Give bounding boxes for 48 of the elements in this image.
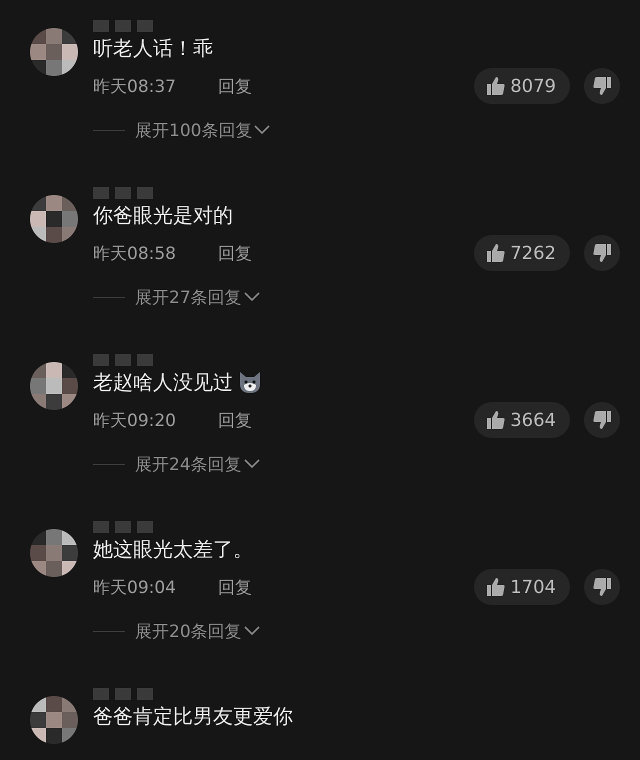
thumbs-up-icon (486, 410, 506, 430)
expand-replies-link[interactable]: 展开27条回复 (135, 286, 260, 308)
pixelated-name (93, 688, 153, 702)
comment-text: 爸爸肯定比男友更爱你 (93, 703, 293, 730)
like-button[interactable]: 8079 (474, 68, 570, 104)
avatar[interactable] (30, 28, 78, 76)
thumbs-down-icon (592, 243, 612, 263)
thumbs-up-icon (486, 577, 506, 597)
chevron-down-icon (244, 626, 260, 636)
dislike-button[interactable] (584, 68, 620, 104)
chevron-down-icon (244, 292, 260, 302)
avatar[interactable] (30, 195, 78, 243)
like-button[interactable]: 1704 (474, 569, 570, 605)
chevron-down-icon (244, 459, 260, 469)
expand-replies-link[interactable]: 展开20条回复 (135, 620, 260, 642)
pixelated-name (93, 354, 153, 368)
expand-replies-link[interactable]: 展开24条回复 (135, 452, 260, 476)
thumbs-down-icon (592, 577, 612, 597)
comment-time: 昨天09:20 (93, 410, 177, 432)
comment-time: 昨天08:37 (93, 76, 177, 98)
comment-time: 昨天08:58 (93, 242, 177, 264)
dislike-button[interactable] (584, 235, 620, 271)
avatar[interactable] (30, 529, 78, 577)
reply-link[interactable]: 回复 (218, 242, 252, 264)
expand-replies-link[interactable]: 展开100条回复 (135, 118, 270, 142)
thumbs-down-icon (592, 410, 612, 430)
reply-link[interactable]: 回复 (218, 576, 252, 598)
reply-link[interactable]: 回复 (218, 74, 252, 98)
avatar[interactable] (30, 362, 78, 410)
like-button[interactable]: 7262 (474, 235, 570, 271)
thumbs-up-icon (486, 243, 506, 263)
comment-text: 她这眼光太差了。 (93, 536, 253, 563)
wolf-emoji-icon (237, 369, 263, 395)
thumbs-up-icon (486, 76, 506, 96)
comment-time: 昨天09:04 (93, 576, 177, 598)
comment-text: 听老人话！乖 (93, 35, 213, 62)
dislike-button[interactable] (584, 569, 620, 605)
pixelated-name (93, 521, 153, 535)
dislike-button[interactable] (584, 402, 620, 438)
pixelated-name (93, 20, 153, 34)
comment-text: 你爸眼光是对的 (93, 202, 233, 229)
thumbs-down-icon (592, 76, 612, 96)
chevron-down-icon (254, 125, 270, 135)
reply-link[interactable]: 回复 (218, 408, 252, 432)
avatar[interactable] (30, 696, 78, 744)
pixelated-name (93, 187, 153, 201)
like-button[interactable]: 3664 (474, 402, 570, 438)
comment-text: 老赵啥人没见过 (93, 369, 233, 396)
